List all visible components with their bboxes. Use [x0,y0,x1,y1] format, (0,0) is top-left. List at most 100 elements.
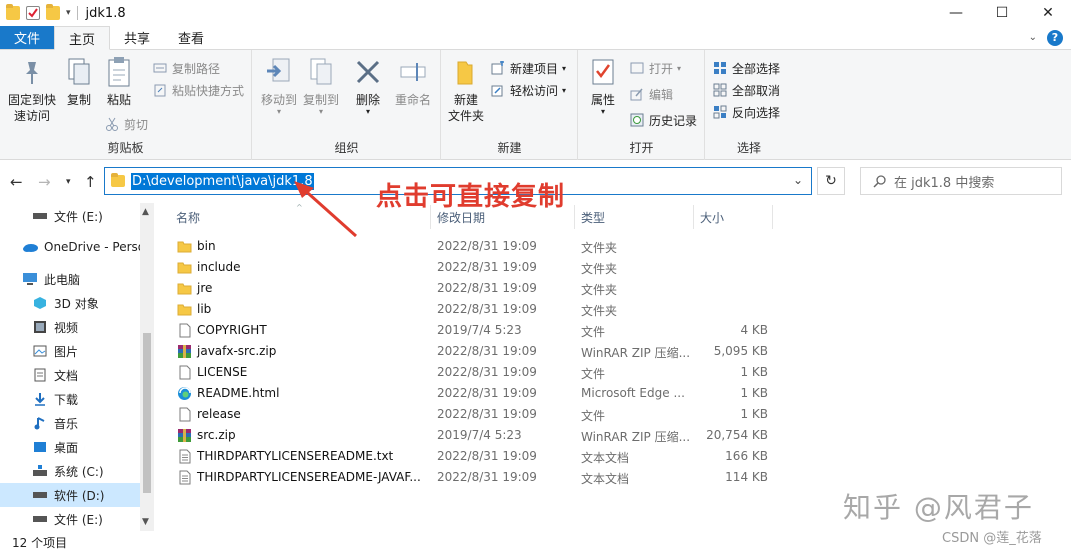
tab-share[interactable]: 共享 [110,26,164,49]
nav-item-drive-d[interactable]: 软件 (D:) [0,483,140,507]
tab-home[interactable]: 主页 [54,26,111,50]
file-type: 文件 [581,367,606,381]
rename-button[interactable]: 重命名 [393,56,433,108]
scroll-up-icon[interactable]: ▲ [142,207,149,217]
copy-icon [68,58,90,85]
file-name: README.html [197,386,280,400]
column-header-size[interactable]: 大小 [700,203,724,231]
folder-icon [177,281,192,296]
file-row[interactable]: src.zip 2019/7/4 5:23 WinRAR ZIP 压缩... 20,7… [170,425,770,446]
file-row[interactable]: README.html 2022/8/31 19:09 Microsoft Edge… [170,383,770,404]
scrollbar-thumb[interactable] [143,333,151,493]
maximize-button[interactable]: ☐ [979,0,1025,26]
file-row[interactable]: LICENSE 2022/8/31 19:09 文件 1 KB [170,362,770,383]
file-type: 文件夹 [581,262,618,276]
file-date: 2022/8/31 19:09 [437,302,537,316]
column-header-type[interactable]: 类型 [581,203,605,231]
nav-item-music[interactable]: 音乐 [0,411,140,435]
new-item-button[interactable]: 新建项目 ▾ [490,58,566,78]
column-header-name[interactable]: 名称 [176,203,200,231]
column-header-date[interactable]: 修改日期 [437,203,485,231]
search-box[interactable]: 在 jdk1.8 中搜索 [860,167,1062,195]
file-icon [177,407,192,422]
nav-item-drive-c[interactable]: 系统 (C:) [0,459,140,483]
file-row[interactable]: jre 2022/8/31 19:09 文件夹 [170,278,770,299]
copy-button[interactable]: 复制 [64,56,94,108]
new-folder-icon[interactable] [46,4,60,20]
window-title: jdk1.8 [85,5,126,21]
file-date: 2022/8/31 19:09 [437,470,537,484]
properties-check-icon[interactable] [26,6,40,20]
close-button[interactable]: ✕ [1025,0,1071,26]
select-all-button[interactable]: 全部选择 [712,58,780,78]
address-path[interactable]: D:\development\java\jdk1.8 [131,172,314,190]
tab-view[interactable]: 查看 [164,26,218,49]
paste-shortcut-button[interactable]: 粘贴快捷方式 [152,80,244,100]
nav-item-pictures[interactable]: 图片 [0,339,140,363]
file-type: Microsoft Edge ... [581,386,685,400]
scroll-down-icon[interactable]: ▼ [142,517,149,527]
nav-item-3d-objects[interactable]: 3D 对象 [0,291,140,315]
nav-item-this-pc[interactable]: 此电脑 [0,267,140,291]
invert-selection-button[interactable]: 反向选择 [712,102,780,122]
copy-path-button[interactable]: 复制路径 [152,58,220,78]
refresh-button[interactable]: ↻ [817,167,845,195]
ribbon: 固定到快 速访问 复制 粘贴 复制路径 粘贴快捷方式 剪切 剪贴板 移动到 ▾ … [0,50,1071,160]
move-to-button[interactable]: 移动到 ▾ [259,56,299,116]
nav-item-onedrive[interactable]: OneDrive - Perso [0,235,140,259]
easy-access-button[interactable]: 轻松访问 ▾ [490,80,566,100]
select-none-button[interactable]: 全部取消 [712,80,780,100]
nav-item-documents[interactable]: 文档 [0,363,140,387]
file-row[interactable]: THIRDPARTYLICENSEREADME-JAVAF... 2022/8/3… [170,467,770,488]
address-dropdown-icon[interactable]: ⌄ [793,173,803,187]
minimize-button[interactable]: — [933,0,979,26]
file-row[interactable]: THIRDPARTYLICENSEREADME.txt 2022/8/31 19:… [170,446,770,467]
file-name: include [197,260,241,274]
file-row[interactable]: javafx-src.zip 2022/8/31 19:09 WinRAR ZIP … [170,341,770,362]
copy-to-button[interactable]: 复制到 ▾ [301,56,341,116]
up-arrow-icon[interactable]: ↑ [84,173,97,191]
copy-path-icon [152,60,168,76]
delete-button[interactable]: 删除 ▾ [353,56,383,116]
cut-button[interactable]: 剪切 [104,114,148,134]
expand-ribbon-icon[interactable]: ⌄ [1029,32,1037,43]
pin-quick-access-button[interactable]: 固定到快 速访问 [4,56,60,124]
csdn-watermark: CSDN @莲_花落 [942,531,1042,546]
customize-quick-access-icon[interactable]: ▾ [66,8,71,18]
file-row[interactable]: COPYRIGHT 2019/7/4 5:23 文件 4 KB [170,320,770,341]
ribbon-tabs: 文件 主页 共享 查看 ⌄ ? [0,26,1071,50]
forward-arrow-icon[interactable]: → [38,173,51,191]
file-name: javafx-src.zip [197,344,277,358]
nav-item-drive-e-top[interactable]: 文件 (E:) [0,204,140,228]
organize-group: 移动到 ▾ 复制到 ▾ 删除 ▾ 重命名 组织 [253,50,441,160]
recent-locations-icon[interactable]: ▾ [66,177,71,187]
file-row[interactable]: release 2022/8/31 19:09 文件 1 KB [170,404,770,425]
nav-pane-scrollbar[interactable]: ▲ ▼ [140,203,154,531]
open-button[interactable]: 打开 ▾ [629,58,681,78]
properties-button[interactable]: 属性 ▾ [585,56,621,116]
folder-icon [177,260,192,275]
file-row[interactable]: bin 2022/8/31 19:09 文件夹 [170,236,770,257]
nav-item-videos[interactable]: 视频 [0,315,140,339]
file-type: 文件 [581,325,606,339]
paste-button[interactable]: 粘贴 [104,56,134,108]
delete-x-icon [356,60,380,84]
file-name: lib [197,302,212,316]
new-folder-button[interactable]: 新建 文件夹 [446,56,486,124]
file-row[interactable]: lib 2022/8/31 19:09 文件夹 [170,299,770,320]
file-size: 1 KB [740,407,768,421]
back-arrow-icon[interactable]: ← [10,173,23,191]
nav-item-desktop[interactable]: 桌面 [0,435,140,459]
status-bar: 12 个项目 [0,531,1071,552]
file-icon [177,365,192,380]
file-row[interactable]: include 2022/8/31 19:09 文件夹 [170,257,770,278]
select-all-icon [712,60,728,76]
file-date: 2022/8/31 19:09 [437,281,537,295]
history-button[interactable]: 历史记录 [629,110,697,130]
edit-button[interactable]: 编辑 [629,84,673,104]
tab-file[interactable]: 文件 [0,26,55,49]
nav-item-downloads[interactable]: 下载 [0,387,140,411]
nav-item-drive-e[interactable]: 文件 (E:) [0,507,140,531]
video-icon [32,320,48,334]
help-icon[interactable]: ? [1047,29,1063,46]
